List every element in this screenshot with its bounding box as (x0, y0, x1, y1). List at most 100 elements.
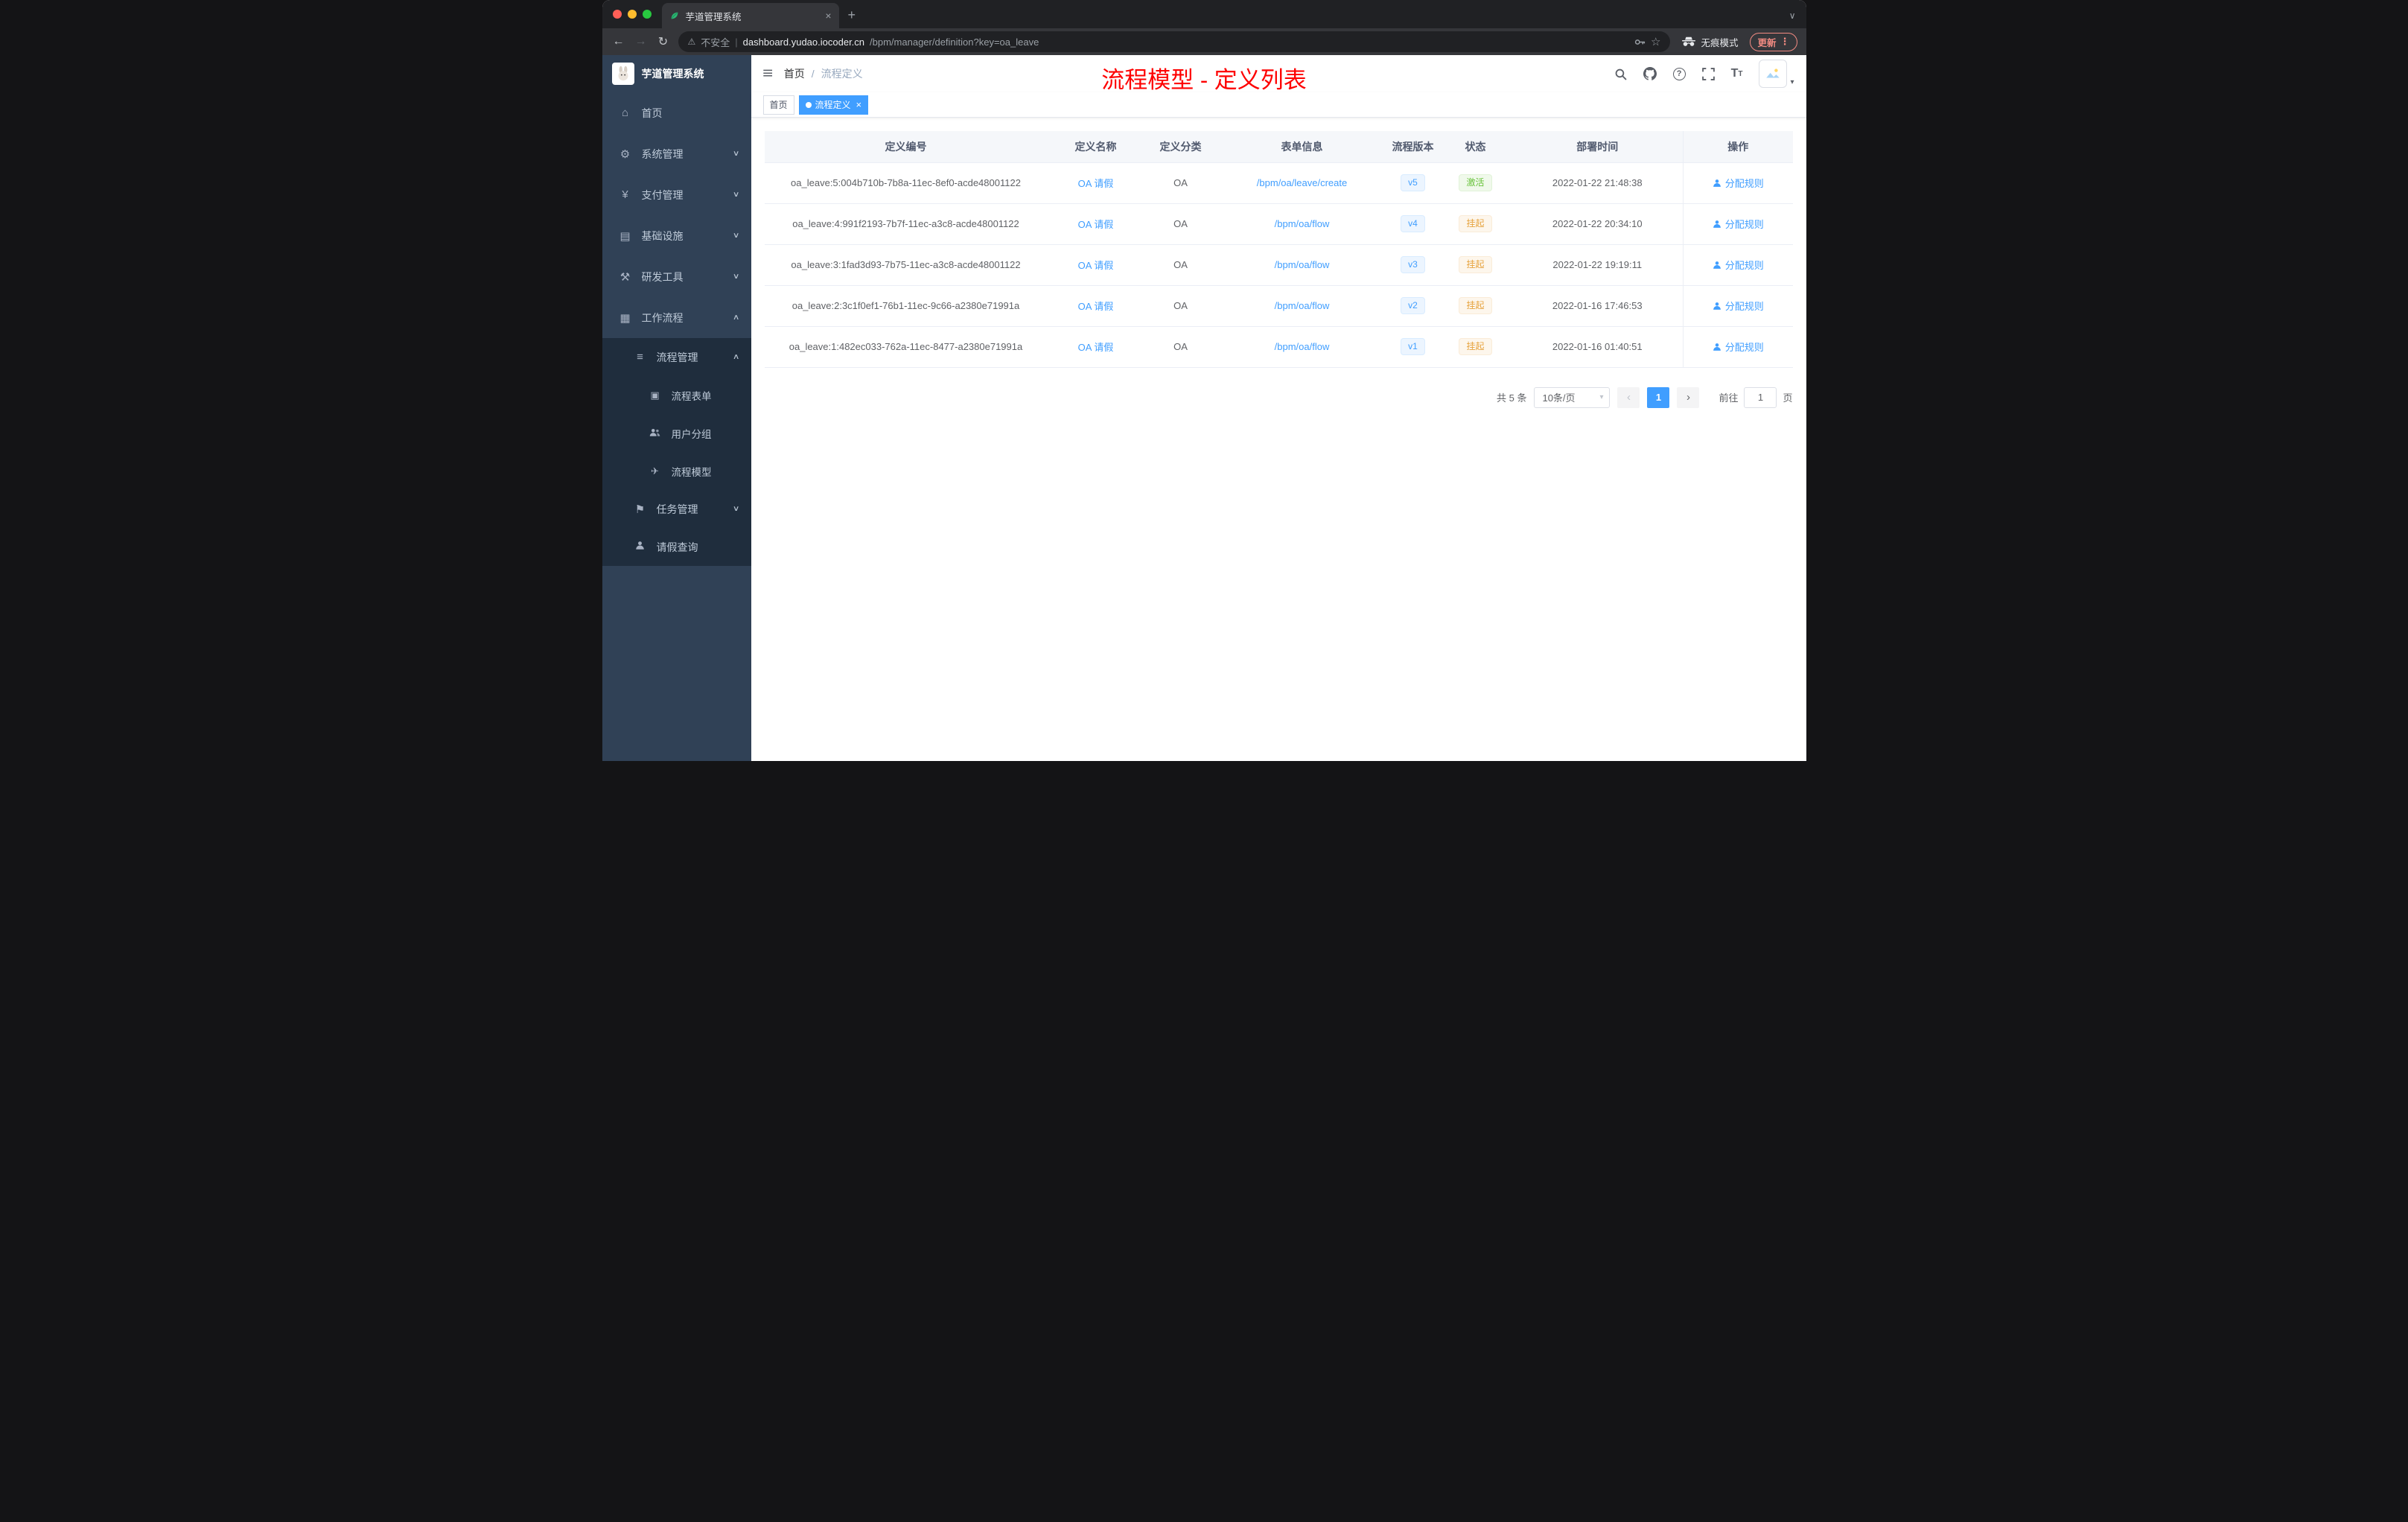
chevron-down-icon: ∨ (733, 150, 740, 158)
assign-rule-button[interactable]: 分配规则 (1713, 176, 1764, 190)
page-number-button[interactable]: 1 (1647, 386, 1670, 408)
form-link[interactable]: /bpm/oa/flow (1275, 300, 1330, 311)
assign-rule-label: 分配规则 (1724, 178, 1764, 189)
incognito-icon (1682, 36, 1696, 47)
zoom-window-button[interactable] (642, 10, 652, 19)
definition-category: OA (1144, 285, 1217, 327)
form-link[interactable]: /bpm/oa/flow (1275, 259, 1330, 270)
sidebar-item-system[interactable]: ⚙ 系统管理 ∨ (602, 133, 751, 174)
infra-icon: ▤ (619, 229, 631, 243)
sidebar-item-home[interactable]: ⌂ 首页 (602, 92, 751, 133)
tab-search-icon[interactable]: ∨ (1789, 10, 1796, 21)
update-button[interactable]: 更新 ⋮ (1750, 32, 1797, 51)
sidebar-item-label: 支付管理 (641, 188, 684, 201)
sidebar-item-infrastructure[interactable]: ▤ 基础设施 ∨ (602, 215, 751, 256)
status-badge: 挂起 (1459, 337, 1492, 356)
sidebar-item-process-form[interactable]: ▣ 流程表单 (602, 376, 751, 414)
key-icon[interactable] (1634, 36, 1646, 48)
assign-rule-button[interactable]: 分配规则 (1713, 258, 1764, 272)
form-link[interactable]: /bpm/oa/flow (1275, 218, 1330, 229)
sidebar-item-label: 基础设施 (641, 229, 684, 242)
goto-label: 前往 (1719, 392, 1739, 404)
tab-favicon-icon (669, 10, 680, 21)
chevron-down-icon: ∨ (733, 505, 740, 513)
assign-rule-button[interactable]: 分配规则 (1713, 340, 1764, 354)
sidebar-item-label: 研发工具 (641, 270, 684, 283)
pagination: 共 5 条 10条/页 ▾ ‹ 1 › 前往 页 (765, 386, 1793, 408)
bookmark-star-icon[interactable]: ☆ (1651, 35, 1660, 48)
github-icon[interactable] (1643, 67, 1657, 80)
sidebar-item-label: 流程表单 (671, 390, 712, 402)
active-tag-dot (805, 101, 812, 108)
browser-tab[interactable]: 芋道管理系统 × (661, 3, 839, 28)
font-size-icon[interactable]: TT (1731, 67, 1743, 80)
browser-menu-icon: ⋮ (1780, 36, 1790, 47)
breadcrumb: 首页 / 流程定义 (784, 66, 863, 81)
help-icon[interactable]: ? (1672, 67, 1686, 80)
sidebar-item-process-model[interactable]: ✈ 流程模型 (602, 452, 751, 490)
search-icon[interactable] (1614, 68, 1627, 80)
close-window-button[interactable] (612, 10, 622, 19)
url-bar[interactable]: ⚠ 不安全 | dashboard.yudao.iocoder.cn /bpm/… (678, 31, 1671, 52)
form-link[interactable]: /bpm/oa/leave/create (1257, 177, 1347, 188)
definition-name-link[interactable]: OA 请假 (1078, 178, 1114, 189)
sidebar-fold-icon[interactable]: ≡ (762, 65, 773, 83)
table-row: oa_leave:3:1fad3d93-7b75-11ec-a3c8-acde4… (764, 244, 1793, 286)
tab-close-icon[interactable]: × (825, 10, 831, 22)
assign-rule-label: 分配规则 (1724, 301, 1764, 312)
logo-avatar (611, 63, 634, 85)
col-definition-name: 定义名称 (1047, 131, 1144, 163)
minimize-window-button[interactable] (627, 10, 637, 19)
assign-rule-button[interactable]: 分配规则 (1713, 299, 1764, 313)
definition-name-link[interactable]: OA 请假 (1078, 219, 1114, 230)
definition-name-link[interactable]: OA 请假 (1078, 260, 1114, 271)
home-icon: ⌂ (621, 106, 629, 119)
goto-page-input[interactable] (1744, 386, 1777, 408)
page-size-value: 10条/页 (1542, 392, 1576, 404)
definition-id: oa_leave:5:004b710b-7b8a-11ec-8ef0-acde4… (764, 162, 1048, 204)
sidebar-item-leave-query[interactable]: 请假查询 (602, 528, 751, 566)
sidebar-item-process-management[interactable]: ≡ 流程管理 ∧ (602, 338, 751, 376)
definition-id: oa_leave:2:3c1f0ef1-76b1-11ec-9c66-a2380… (764, 285, 1048, 327)
sidebar-item-label: 流程模型 (671, 466, 712, 478)
new-tab-button[interactable]: + (848, 7, 856, 23)
tag-close-icon[interactable]: × (856, 99, 862, 110)
definition-name-link[interactable]: OA 请假 (1078, 301, 1114, 312)
prev-page-button[interactable]: ‹ (1617, 386, 1640, 408)
back-icon[interactable]: ← (611, 35, 626, 48)
form-link[interactable]: /bpm/oa/flow (1275, 341, 1330, 352)
incognito-badge: 无痕模式 (1682, 35, 1738, 49)
font-size-small: T (1738, 69, 1743, 78)
tag-process-definition[interactable]: 流程定义 × (798, 95, 869, 115)
navbar-actions: ? TT ▾ (1614, 60, 1794, 88)
chevron-down-icon: ∨ (733, 191, 740, 199)
tags-view: 首页 流程定义 × (751, 92, 1806, 118)
breadcrumb-home[interactable]: 首页 (784, 66, 805, 81)
sidebar-item-user-group[interactable]: 用户分组 (602, 414, 751, 452)
forward-icon[interactable]: → (634, 35, 649, 48)
definition-table: 定义编号 定义名称 定义分类 表单信息 流程版本 状态 部署时间 操作 oa_l (764, 131, 1793, 368)
paper-plane-icon: ✈ (651, 465, 659, 477)
definition-id: oa_leave:1:482ec033-762a-11ec-8477-a2380… (764, 326, 1048, 368)
tag-home[interactable]: 首页 (762, 95, 794, 115)
sidebar-item-label: 首页 (641, 106, 663, 119)
user-avatar[interactable]: ▾ (1759, 60, 1794, 88)
deploy-time: 2022-01-22 20:34:10 (1512, 203, 1684, 245)
fullscreen-icon[interactable] (1701, 67, 1715, 80)
person-icon (632, 541, 649, 553)
assign-rule-button[interactable]: 分配规则 (1713, 217, 1764, 231)
reload-icon[interactable]: ↻ (656, 34, 671, 49)
page-size-select[interactable]: 10条/页 ▾ (1534, 386, 1611, 408)
definition-id: oa_leave:4:991f2193-7b7f-11ec-a3c8-acde4… (764, 203, 1048, 245)
sidebar-item-label: 工作流程 (641, 311, 684, 324)
app-shell: 芋道管理系统 ⌂ 首页 ⚙ 系统管理 ∨ ¥ 支付管理 ∨ ▤ 基础设施 ∨ ⚒… (602, 55, 1806, 761)
app-title: 芋道管理系统 (641, 68, 704, 80)
sidebar-item-devtools[interactable]: ⚒ 研发工具 ∨ (602, 256, 751, 297)
sidebar-item-task-management[interactable]: ⚑ 任务管理 ∨ (602, 490, 751, 528)
sidebar-item-workflow[interactable]: ▦ 工作流程 ∧ (602, 297, 751, 338)
sidebar-item-payment[interactable]: ¥ 支付管理 ∨ (602, 174, 751, 215)
yen-icon: ¥ (622, 188, 628, 201)
definition-name-link[interactable]: OA 请假 (1078, 342, 1114, 353)
browser-tab-strip: 芋道管理系统 × + ∨ (602, 0, 1806, 28)
next-page-button[interactable]: › (1677, 386, 1700, 408)
